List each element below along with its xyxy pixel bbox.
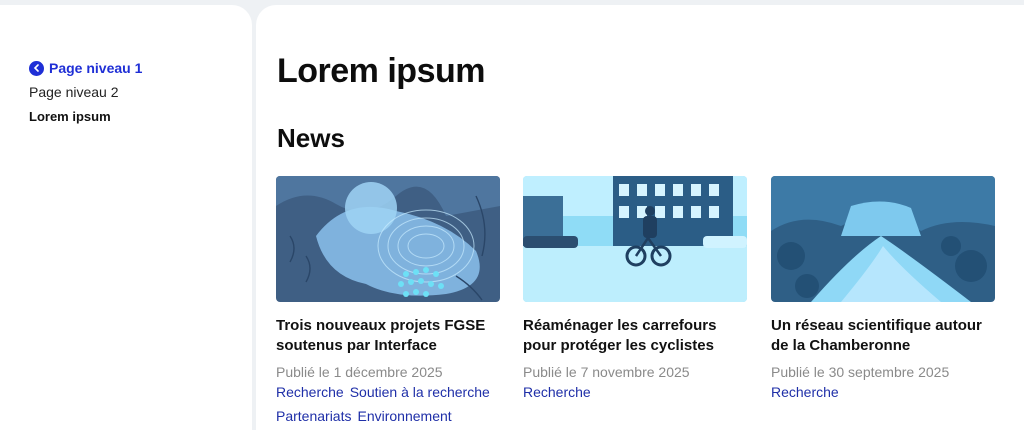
news-card-date: Publié le 30 septembre 2025 — [771, 364, 950, 380]
sidebar-nav: Page niveau 1 Page niveau 2 Lorem ipsum — [29, 56, 142, 128]
sidebar-item-label: Page niveau 1 — [49, 60, 143, 76]
news-card[interactable]: Réaménager les carrefours pour protéger … — [523, 176, 747, 402]
sidebar-item-label: Lorem ipsum — [29, 108, 111, 124]
news-card-tags: Recherche Soutien à la recherche Partena… — [276, 382, 500, 426]
sidebar-item-back[interactable]: Page niveau 1 — [29, 56, 142, 80]
tag-link[interactable]: Soutien à la recherche — [350, 382, 490, 402]
sidebar: Page niveau 1 Page niveau 2 Lorem ipsum — [0, 5, 252, 430]
chevron-left-icon — [29, 60, 44, 76]
tag-link[interactable]: Recherche — [771, 382, 839, 402]
main-content: Lorem ipsum News Trois nouveaux projets … — [256, 5, 1024, 430]
news-card[interactable]: Trois nouveaux projets FGSE soutenus par… — [276, 176, 500, 426]
sidebar-item-current[interactable]: Lorem ipsum — [29, 104, 142, 128]
sidebar-item-label: Page niveau 2 — [29, 84, 119, 100]
news-card-date: Publié le 7 novembre 2025 — [523, 364, 690, 380]
section-title: News — [277, 123, 345, 153]
news-card-tags: Recherche — [771, 382, 995, 402]
news-card-tags: Recherche — [523, 382, 747, 402]
tag-link[interactable]: Recherche — [276, 382, 344, 402]
news-card-image[interactable] — [523, 176, 747, 302]
news-card-image[interactable] — [771, 176, 995, 302]
tag-link[interactable]: Recherche — [523, 382, 591, 402]
page-title: Lorem ipsum — [277, 52, 485, 90]
sidebar-item-page-niveau-2[interactable]: Page niveau 2 — [29, 80, 142, 104]
tag-link[interactable]: Partenariats — [276, 406, 351, 426]
news-card-title[interactable]: Un réseau scientifique autour de la Cham… — [771, 316, 995, 356]
news-card[interactable]: Un réseau scientifique autour de la Cham… — [771, 176, 995, 402]
news-card-date: Publié le 1 décembre 2025 — [276, 364, 443, 380]
news-card-image[interactable] — [276, 176, 500, 302]
news-card-title[interactable]: Réaménager les carrefours pour protéger … — [523, 316, 747, 356]
news-card-title[interactable]: Trois nouveaux projets FGSE soutenus par… — [276, 316, 500, 356]
tag-link[interactable]: Environnement — [357, 406, 451, 426]
